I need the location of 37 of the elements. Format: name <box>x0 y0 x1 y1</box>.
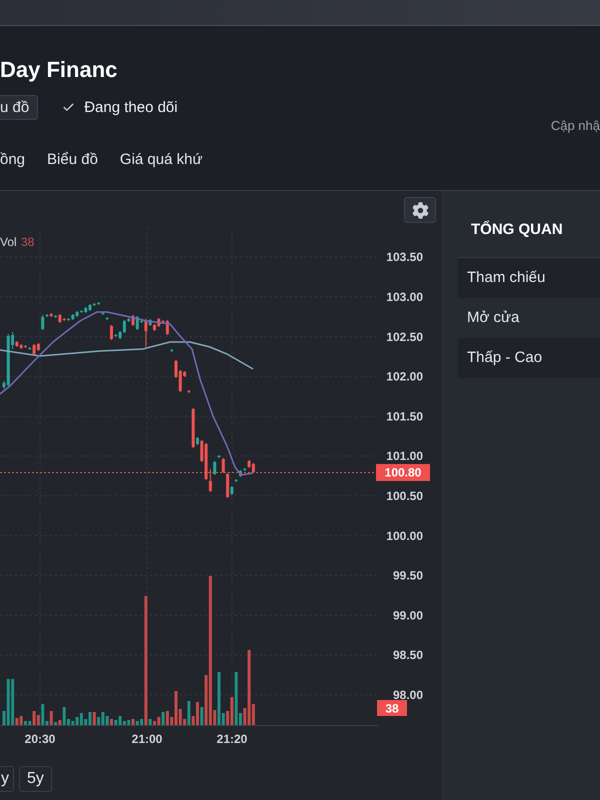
volume-legend-value: 38 <box>21 235 34 249</box>
range-button[interactable]: y <box>0 766 14 792</box>
overview-item: Tham chiếu <box>458 258 600 298</box>
tab[interactable]: ồng <box>0 150 26 172</box>
candle <box>187 390 190 394</box>
price-axis-label: 101.50 <box>386 409 423 424</box>
page-title: Day Financ <box>0 56 118 84</box>
overview-item: Thấp - Cao <box>458 338 600 378</box>
update-time-text: Cập nhậ <box>550 118 600 134</box>
tab[interactable]: Giá quá khứ <box>120 150 202 172</box>
settings-button[interactable] <box>404 197 436 223</box>
time-axis-label: 21:20 <box>216 732 248 746</box>
overview-title: TỔNG QUAN <box>470 220 564 240</box>
check-icon <box>62 101 76 114</box>
overview-item: Mở cửa <box>466 308 520 328</box>
price-axis-label: 103.50 <box>386 250 423 264</box>
range-button[interactable]: 5y <box>19 766 52 792</box>
last-volume-badge: 38 <box>377 700 407 716</box>
price-axis-label: 100.50 <box>386 489 423 503</box>
time-axis-label: 20:30 <box>24 732 56 746</box>
tab[interactable]: Biểu đồ <box>47 150 98 172</box>
price-axis-label: 102.00 <box>386 370 423 384</box>
volume-legend-label: Vol <box>0 235 17 249</box>
candle <box>170 348 174 352</box>
watch-toggle[interactable]: Đang theo dõi <box>62 95 178 120</box>
price-axis-label: 102.50 <box>386 330 423 344</box>
settings-icon <box>412 202 428 218</box>
time-axis-label: 21:00 <box>132 732 162 746</box>
action-button[interactable]: u đồ <box>0 95 38 120</box>
last-price-badge: 100.80 <box>376 464 430 481</box>
price-axis-label: 101.00 <box>386 449 423 464</box>
price-axis-label: 99.00 <box>392 608 423 622</box>
price-axis-label: 103.00 <box>386 290 423 304</box>
price-axis-label: 99.50 <box>392 568 423 583</box>
price-axis-label: 98.00 <box>392 688 423 702</box>
price-axis-label: 100.00 <box>386 528 423 543</box>
price-axis-label: 98.50 <box>392 648 423 662</box>
